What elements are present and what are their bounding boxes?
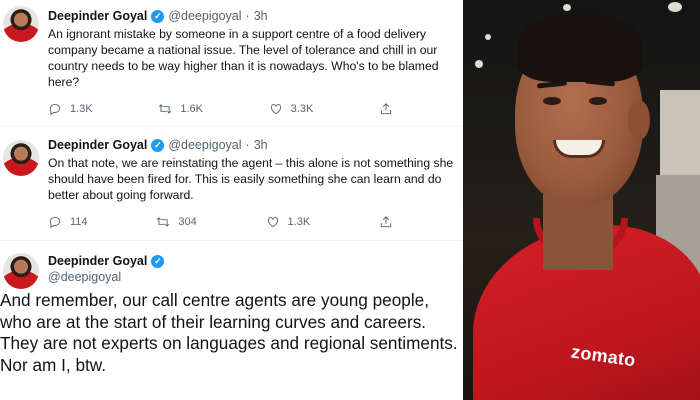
share-icon — [380, 103, 392, 115]
like-count: 1.3K — [287, 216, 311, 228]
author-handle[interactable]: @deepigoyal — [168, 138, 241, 152]
hair — [517, 12, 643, 82]
reply-button[interactable]: 114 — [48, 215, 88, 229]
retweet-button[interactable]: 1.6K — [158, 102, 203, 116]
author-name[interactable]: Deepinder Goyal — [48, 138, 147, 152]
ear — [628, 100, 650, 140]
light-bokeh — [475, 60, 483, 68]
share-icon — [380, 216, 392, 228]
like-button[interactable]: 1.3K — [266, 215, 311, 229]
avatar[interactable] — [3, 140, 39, 176]
reply-icon — [49, 216, 61, 229]
divider — [0, 240, 463, 241]
separator: · — [245, 9, 250, 23]
share-button[interactable] — [379, 215, 393, 229]
verified-badge-icon: ✓ — [151, 254, 165, 268]
avatar[interactable] — [3, 6, 39, 42]
timestamp[interactable]: 3h — [254, 138, 268, 152]
tweet-actions: 114 304 1.3K — [48, 215, 393, 229]
portrait-photo: zomato — [463, 0, 700, 400]
author-name[interactable]: Deepinder Goyal — [48, 254, 147, 268]
tweet-header: Deepinder Goyal ✓ — [48, 254, 165, 268]
tweet-header: Deepinder Goyal ✓ @deepigoyal · 3h — [48, 9, 268, 23]
eye — [589, 97, 607, 105]
verified-badge-icon: ✓ — [151, 9, 165, 23]
tweet-text: And remember, our call centre agents are… — [0, 290, 458, 375]
retweet-count: 1.6K — [180, 103, 203, 115]
reply-count: 114 — [70, 216, 88, 228]
verified-badge-icon: ✓ — [151, 138, 165, 152]
heart-icon — [270, 104, 281, 115]
reply-icon — [49, 103, 61, 116]
like-button[interactable]: 3.3K — [269, 102, 314, 116]
share-button[interactable] — [379, 102, 393, 116]
tweet-panel: Deepinder Goyal ✓ @deepigoyal · 3h An ig… — [0, 0, 463, 400]
reply-count: 1.3K — [70, 103, 93, 115]
like-count: 3.3K — [290, 103, 314, 115]
author-handle[interactable]: @deepigoyal — [168, 9, 241, 23]
heart-icon — [267, 217, 278, 228]
separator: · — [245, 138, 250, 152]
eye — [543, 97, 561, 105]
tweet-actions: 1.3K 1.6K 3.3K — [48, 102, 393, 116]
retweet-count: 304 — [178, 216, 197, 228]
divider — [0, 126, 463, 127]
light-bokeh — [485, 34, 491, 40]
author-name[interactable]: Deepinder Goyal — [48, 9, 147, 23]
tweet-text: On that note, we are reinstating the age… — [48, 156, 454, 202]
retweet-button[interactable]: 304 — [156, 215, 197, 229]
retweet-icon — [159, 104, 172, 114]
avatar[interactable] — [3, 253, 39, 289]
reply-button[interactable]: 1.3K — [48, 102, 93, 116]
tweet-text: An ignorant mistake by someone in a supp… — [48, 27, 439, 89]
tweet-header: Deepinder Goyal ✓ @deepigoyal · 3h — [48, 138, 268, 152]
timestamp[interactable]: 3h — [254, 9, 268, 23]
light-bokeh — [668, 2, 682, 12]
author-handle[interactable]: @deepigoyal — [48, 270, 121, 284]
retweet-icon — [157, 217, 170, 227]
light-bokeh — [563, 4, 571, 11]
